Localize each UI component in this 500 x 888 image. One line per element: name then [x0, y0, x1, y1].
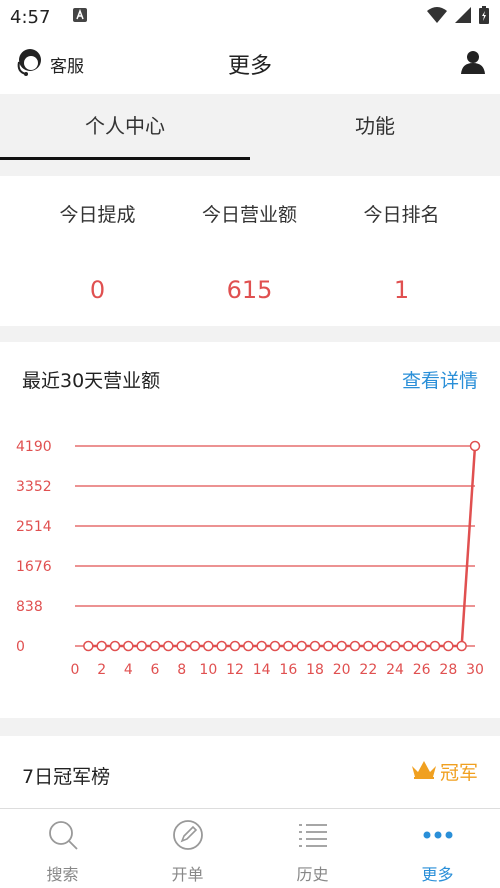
data-point [443, 640, 454, 652]
stat-label: 今日提成 [59, 204, 136, 226]
y-tick-label: 4190 [16, 439, 52, 455]
stat-label: 今日排名 [363, 204, 440, 226]
bottom-navigation: 搜索 开单 历史 更多 [0, 808, 500, 888]
champion-title: 7日冠军榜 [22, 766, 111, 788]
tab-functions[interactable]: 功能 [250, 94, 500, 160]
data-point [229, 640, 241, 652]
champion-badge[interactable]: 冠军 [410, 758, 478, 785]
x-tick-label: 8 [177, 662, 186, 678]
data-point [416, 640, 427, 652]
stat-value: 0 [89, 276, 106, 304]
data-point [149, 640, 161, 652]
x-tick-label: 28 [439, 662, 457, 678]
list-icon [297, 819, 329, 861]
y-tick-label: 838 [16, 599, 43, 615]
data-point [123, 640, 134, 652]
status-time: 4:57 [10, 6, 51, 28]
x-tick-label: 30 [466, 662, 484, 678]
x-tick-label: 2 [97, 662, 106, 678]
battery-icon [478, 5, 490, 30]
data-point [363, 640, 374, 652]
x-tick-label: 14 [253, 662, 271, 678]
data-point [269, 640, 281, 652]
x-tick-label: 26 [413, 662, 431, 678]
nav-new-order[interactable]: 开单 [125, 809, 250, 888]
data-point [283, 640, 294, 652]
wifi-icon [426, 6, 448, 29]
data-point [376, 640, 387, 652]
x-tick-label: 18 [306, 662, 324, 678]
data-point [83, 640, 94, 652]
tab-bar: 个人中心 功能 [0, 94, 500, 160]
data-point [349, 640, 361, 652]
data-point [469, 440, 481, 452]
data-point [336, 640, 347, 652]
y-tick-label: 0 [16, 639, 25, 655]
data-point [296, 640, 307, 652]
signal-icon [454, 6, 472, 29]
revenue-line-chart: 083816762514335241900 2 4 6 8 10 12 14 16 18 20 22 2… [16, 439, 484, 678]
profile-button[interactable] [460, 49, 486, 79]
x-tick-label: 4 [124, 662, 133, 678]
nav-label: 开单 [171, 865, 204, 884]
data-point [136, 640, 147, 652]
data-point [163, 640, 174, 652]
nav-history[interactable]: 历史 [250, 809, 375, 888]
data-point [189, 640, 201, 652]
crown-icon [410, 758, 438, 785]
champion-board-card: 7日冠军榜 冠军 [0, 736, 500, 810]
stat-value: 615 [226, 276, 273, 304]
x-tick-label: 0 [71, 662, 80, 678]
data-point [389, 640, 401, 652]
data-point [323, 640, 334, 652]
data-point [216, 640, 227, 652]
more-icon [422, 819, 454, 861]
nav-more[interactable]: 更多 [375, 809, 500, 888]
data-point [243, 640, 254, 652]
nav-label: 搜索 [46, 865, 79, 884]
data-point [403, 640, 414, 652]
data-point [176, 640, 187, 652]
data-point [256, 640, 267, 652]
nav-label: 更多 [421, 865, 454, 884]
nav-search[interactable]: 搜索 [0, 809, 125, 888]
x-tick-label: 22 [359, 662, 377, 678]
data-point [429, 640, 441, 652]
data-point [203, 640, 214, 652]
nav-label: 历史 [296, 865, 329, 884]
notification-icon [72, 7, 88, 28]
headset-icon [14, 47, 46, 82]
status-bar: 4:57 [0, 0, 500, 34]
search-icon [47, 819, 79, 861]
user-icon [460, 51, 486, 79]
data-point [456, 640, 467, 652]
y-tick-label: 1676 [16, 559, 52, 575]
pen-icon [172, 819, 204, 861]
revenue-chart-card: 最近30天营业额 查看详情 0 838 1676 2514 3352 4190 0 2 4 6 8 1… [0, 342, 500, 718]
x-tick-label: 10 [199, 662, 217, 678]
app-bar: 客服 更多 [0, 34, 500, 94]
stat-label: 今日营业额 [201, 204, 297, 226]
stat-value: 1 [393, 276, 410, 304]
today-stats-card: 今日提成 0 今日营业额 615 今日排名 1 [0, 176, 500, 326]
service-label: 客服 [50, 56, 84, 77]
data-point [109, 640, 121, 652]
x-tick-label: 16 [279, 662, 297, 678]
data-point [96, 640, 107, 652]
x-tick-label: 12 [226, 662, 244, 678]
x-tick-label: 6 [151, 662, 160, 678]
tab-personal-center[interactable]: 个人中心 [0, 94, 250, 160]
x-tick-label: 20 [333, 662, 351, 678]
y-tick-label: 3352 [16, 479, 52, 495]
customer-service-button[interactable]: 客服 [14, 47, 84, 82]
y-tick-label: 2514 [16, 519, 52, 535]
champion-badge-label: 冠军 [439, 762, 478, 784]
series-line [88, 445, 477, 648]
x-tick-label: 24 [386, 662, 404, 678]
data-point [309, 640, 321, 652]
